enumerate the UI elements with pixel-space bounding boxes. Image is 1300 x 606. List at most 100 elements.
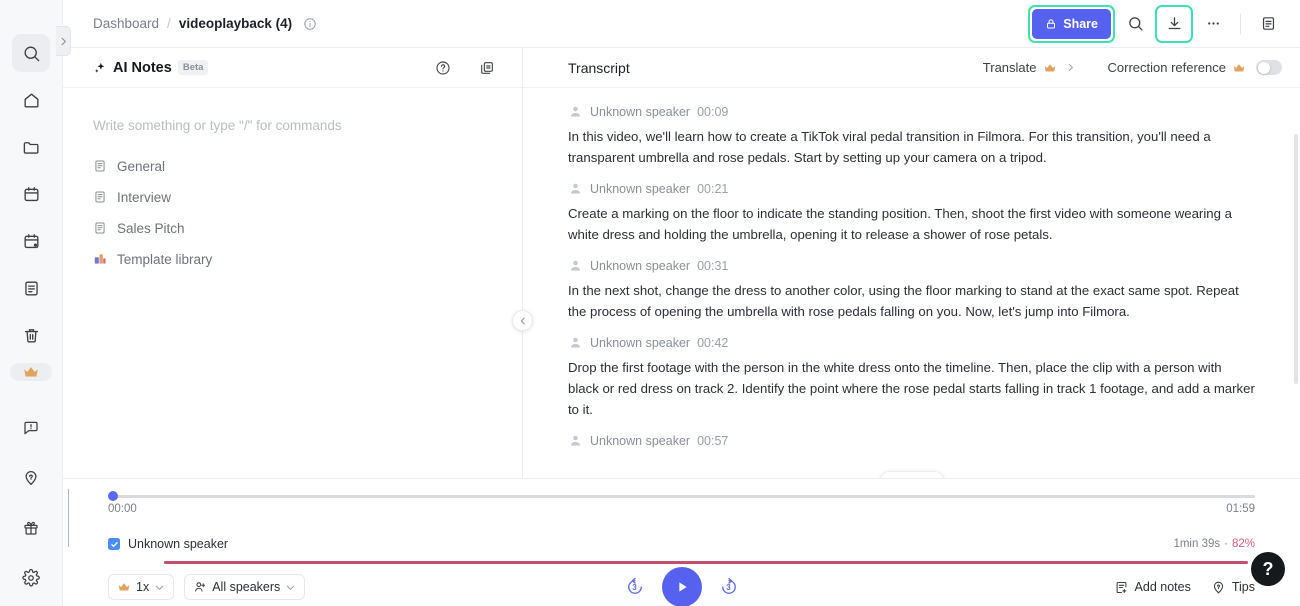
transcript-header: Transcript Translate Correction referenc…	[523, 48, 1300, 88]
tips-button[interactable]: Tips	[1211, 580, 1255, 595]
sidebar-expand-handle[interactable]	[56, 26, 71, 56]
rewind-button[interactable]: 3	[624, 576, 646, 598]
download-icon[interactable]	[1159, 9, 1189, 39]
duplicate-icon[interactable]	[479, 60, 495, 76]
sidebar-item-schedule[interactable]	[12, 222, 50, 260]
speaker-track-label[interactable]: Unknown speaker	[128, 537, 228, 551]
scroll-to-bottom-button[interactable]	[879, 471, 944, 478]
crown-icon	[24, 367, 38, 377]
ai-notes-title: AI Notes	[113, 59, 172, 76]
segment-time[interactable]: 00:31	[697, 259, 728, 273]
share-button[interactable]: Share	[1032, 8, 1111, 39]
tips-label: Tips	[1231, 580, 1255, 594]
sidebar-item-notes[interactable]	[12, 269, 50, 307]
seek-track[interactable]	[114, 495, 1255, 498]
template-label: Sales Pitch	[117, 220, 185, 236]
segment-text[interactable]: In this video, we'll learn how to create…	[568, 126, 1255, 168]
correction-reference-option[interactable]: Correction reference	[1108, 60, 1282, 75]
sidebar-item-calendar[interactable]	[12, 175, 50, 213]
segment-text[interactable]: Drop the first footage with the person i…	[568, 357, 1255, 420]
sidebar-item-search[interactable]	[12, 34, 50, 72]
ai-notes-title-group: AI Notes Beta	[93, 59, 209, 76]
crown-icon	[117, 580, 131, 594]
add-notes-button[interactable]: Add notes	[1114, 580, 1191, 595]
panel-collapse-button[interactable]	[512, 310, 533, 331]
translate-label: Translate	[982, 60, 1037, 75]
speakers-filter-value: All speakers	[212, 580, 281, 594]
play-icon	[678, 582, 687, 592]
segment-speaker: Unknown speaker	[590, 181, 691, 196]
ai-notes-panel: AI Notes Beta Write something or type "/…	[63, 48, 523, 478]
translate-option[interactable]: Translate	[983, 60, 1076, 75]
sidebar-item-folder[interactable]	[12, 128, 50, 166]
sidebar-item-home[interactable]	[12, 81, 50, 119]
add-notes-label: Add notes	[1134, 580, 1191, 594]
speaker-waveform[interactable]	[164, 561, 1248, 564]
playhead-line	[67, 489, 69, 547]
lock-icon	[1045, 18, 1057, 30]
speaker-checkbox[interactable]	[108, 538, 120, 550]
segment-time[interactable]: 00:42	[697, 336, 728, 350]
left-nav-rail	[0, 0, 71, 606]
seek-handle[interactable]	[108, 491, 118, 501]
top-bar: Dashboard / videoplayback (4) Share	[63, 0, 1300, 48]
help-fab-button[interactable]: ?	[1251, 552, 1285, 586]
forward-button[interactable]: 3	[718, 576, 740, 598]
transport-controls: 3 3	[624, 567, 740, 606]
chevron-left-icon	[520, 317, 525, 324]
sidebar-item-whats-new[interactable]	[12, 459, 50, 497]
chevron-right-icon	[61, 37, 66, 45]
speakers-filter-select[interactable]: All speakers	[184, 574, 306, 600]
share-button-label: Share	[1063, 16, 1098, 31]
seek-bar[interactable]	[108, 491, 1255, 501]
correction-reference-toggle[interactable]	[1256, 60, 1282, 75]
segment-time[interactable]: 00:09	[697, 105, 728, 119]
premium-upgrade-button[interactable]	[10, 363, 52, 381]
document-icon	[93, 221, 107, 235]
top-actions: Share	[1028, 4, 1288, 43]
beta-badge: Beta	[177, 60, 209, 75]
segment-text[interactable]: Create a marking on the floor to indicat…	[568, 203, 1255, 245]
segment-speaker: Unknown speaker	[590, 258, 691, 273]
chevron-down-icon	[906, 475, 917, 478]
segment-text[interactable]: In the next shot, change the dress to an…	[568, 280, 1255, 322]
sidebar-item-settings[interactable]	[12, 559, 50, 597]
document-panel-icon[interactable]	[1253, 9, 1283, 39]
transcript-scrollbar[interactable]	[1294, 134, 1298, 384]
transcript-segment: Unknown speaker 00:21 Create a marking o…	[568, 181, 1255, 245]
people-icon	[193, 580, 207, 594]
avatar	[568, 104, 583, 119]
transcript-scroll-area[interactable]: Unknown speaker 00:09 In this video, we'…	[523, 88, 1300, 478]
avatar	[568, 335, 583, 350]
template-item-template-library[interactable]: Template library	[93, 248, 492, 270]
ellipsis-icon[interactable]	[1198, 9, 1228, 39]
info-circle-icon[interactable]	[303, 17, 317, 31]
current-time: 00:00	[108, 503, 137, 515]
playback-speed-value: 1x	[136, 580, 150, 594]
template-label: Template library	[117, 251, 213, 267]
chevron-down-icon	[285, 582, 296, 593]
segment-header: Unknown speaker 00:21	[568, 181, 1255, 196]
template-item-general[interactable]: General	[93, 155, 492, 177]
segment-header: Unknown speaker 00:31	[568, 258, 1255, 273]
breadcrumb-dashboard[interactable]: Dashboard	[93, 16, 159, 31]
segment-time[interactable]: 00:57	[697, 434, 728, 448]
content-body: AI Notes Beta Write something or type "/…	[63, 48, 1300, 478]
crown-icon	[1043, 61, 1057, 75]
playback-speed-select[interactable]: 1x	[108, 574, 175, 600]
template-library-icon	[93, 252, 107, 266]
help-circle-icon[interactable]	[435, 60, 451, 76]
notes-editor-placeholder[interactable]: Write something or type "/" for commands	[93, 118, 492, 133]
crown-icon	[1232, 61, 1246, 75]
sidebar-item-gift[interactable]	[12, 509, 50, 547]
template-item-interview[interactable]: Interview	[93, 186, 492, 208]
segment-time[interactable]: 00:21	[697, 182, 728, 196]
sidebar-item-feedback[interactable]	[12, 409, 50, 447]
search-icon[interactable]	[1120, 9, 1150, 39]
template-item-sales-pitch[interactable]: Sales Pitch	[93, 217, 492, 239]
rail-bottom-list	[12, 409, 50, 606]
play-button[interactable]	[661, 567, 702, 606]
sidebar-item-trash[interactable]	[12, 316, 50, 354]
rail-icon-list	[12, 34, 50, 363]
breadcrumb-current[interactable]: videoplayback (4)	[179, 16, 292, 31]
